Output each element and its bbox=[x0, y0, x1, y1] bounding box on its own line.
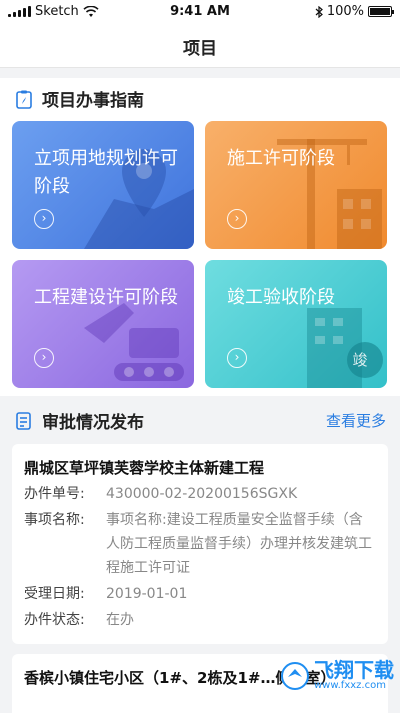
field-label: 办件状态: bbox=[24, 612, 85, 628]
guide-heading-text: 项目办事指南 bbox=[42, 91, 144, 111]
field-row: 受理日期: 2019-01-01 bbox=[24, 582, 376, 606]
field-value: 事项名称:建设工程质量安全监督手续（含人防工程质量监督手续）办理并核发建筑工程施… bbox=[106, 512, 372, 576]
battery-icon bbox=[368, 6, 394, 17]
chevron-right-icon: › bbox=[34, 209, 54, 229]
field-value: 430000-02-20200156SGXK bbox=[106, 486, 298, 502]
nav-bar: 项目 bbox=[0, 22, 400, 68]
battery-percent: 100% bbox=[326, 4, 364, 19]
card-completion-acceptance[interactable]: 竣工验收阶段 › 竣 bbox=[205, 260, 387, 388]
card-label: 施工许可阶段 bbox=[227, 148, 335, 169]
card-engineering-permit[interactable]: 工程建设许可阶段 › bbox=[12, 260, 194, 388]
card-construction-permit[interactable]: 施工许可阶段 › bbox=[205, 121, 387, 249]
chevron-right-icon: › bbox=[34, 348, 54, 368]
field-row: 事项名称: 事项名称:建设工程质量安全监督手续（含人防工程质量监督手续）办理并核… bbox=[24, 508, 376, 580]
field-value: 2019-01-01 bbox=[106, 586, 188, 602]
approval-item-title: 鼎城区草坪镇芙蓉学校主体新建工程 bbox=[24, 459, 265, 477]
field-label: 受理日期: bbox=[24, 586, 85, 602]
document-list-icon bbox=[16, 411, 31, 430]
watermark-text: 飞翔下载 bbox=[314, 658, 394, 682]
field-value: 在办 bbox=[106, 612, 134, 628]
chevron-right-icon: › bbox=[227, 209, 247, 229]
approval-heading-text: 审批情况发布 bbox=[42, 413, 144, 433]
field-label: 事项名称: bbox=[24, 512, 85, 528]
watermark-logo: 飞翔下载 www.fxxz.com bbox=[280, 660, 394, 691]
field-label: 办件单号: bbox=[24, 486, 85, 502]
field-row: 办件状态: 在办 bbox=[24, 608, 376, 632]
chevron-right-icon: › bbox=[227, 348, 247, 368]
approval-item[interactable]: 鼎城区草坪镇芙蓉学校主体新建工程 办件单号: 430000-02-2020015… bbox=[12, 444, 388, 644]
approval-heading: 审批情况发布 bbox=[14, 408, 144, 433]
card-label: 竣工验收阶段 bbox=[227, 287, 335, 308]
page-title: 项目 bbox=[183, 39, 217, 59]
logo-icon bbox=[281, 661, 309, 690]
card-project-land-planning[interactable]: 立项用地规划许可阶段 › bbox=[12, 121, 194, 249]
field-row: 办件单号: 430000-02-20200156SGXK bbox=[24, 482, 376, 506]
clipboard-compass-icon bbox=[16, 90, 32, 109]
card-label: 立项用地规划许可阶段 bbox=[34, 148, 178, 197]
watermark-url: www.fxxz.com bbox=[314, 680, 386, 691]
guide-heading: 项目办事指南 bbox=[14, 86, 144, 111]
card-label: 工程建设许可阶段 bbox=[34, 287, 178, 308]
guide-section: 项目办事指南 立项用地规划许可阶段 › 施工许可阶段 › 工程建设许可阶段 › … bbox=[0, 78, 400, 396]
bluetooth-icon bbox=[315, 5, 323, 18]
status-bar: Sketch 9:41 AM 100% bbox=[0, 0, 400, 22]
view-more-link[interactable]: 查看更多 bbox=[326, 410, 386, 431]
stamp-badge: 竣 bbox=[352, 351, 368, 369]
status-right: 100% bbox=[315, 4, 394, 19]
